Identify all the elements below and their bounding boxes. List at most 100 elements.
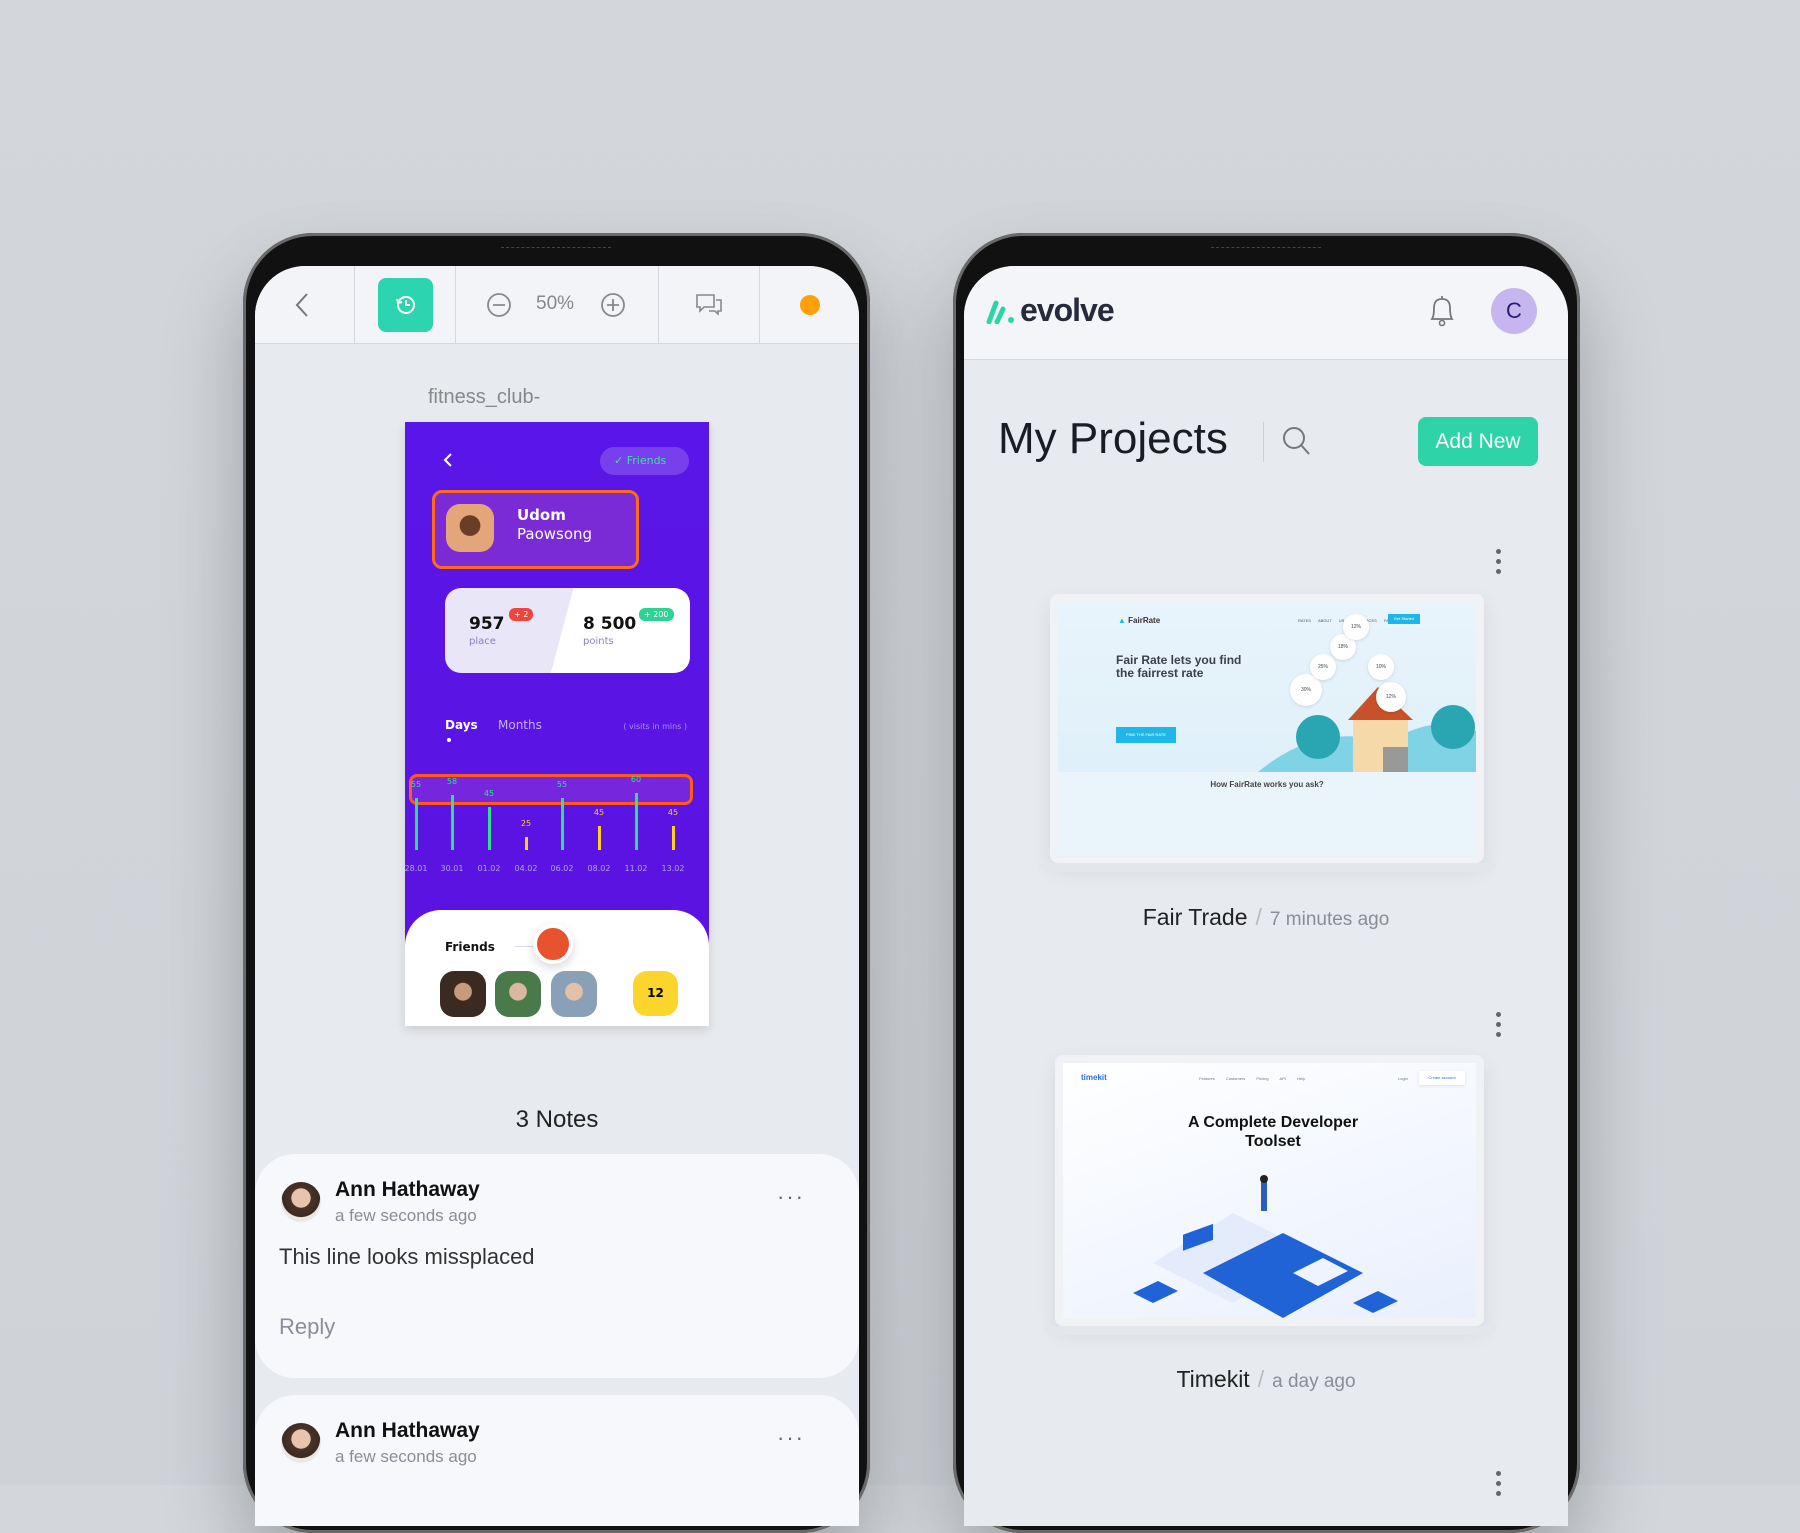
preview-headline: A Complete Developer Toolset <box>1187 1114 1359 1150</box>
chart-bar <box>524 837 528 850</box>
bar-value-label: 60 <box>630 775 642 784</box>
comments-icon[interactable] <box>695 292 723 318</box>
project-time: 7 minutes ago <box>1269 909 1390 930</box>
friend-avatar <box>495 971 541 1017</box>
page-title: My Projects <box>998 414 1228 463</box>
note-author: Ann Hathaway <box>335 1419 480 1442</box>
date-tick-label: 06.02 <box>550 864 574 873</box>
reply-button[interactable]: Reply <box>279 1314 335 1340</box>
bar-value-label: 25 <box>520 819 532 828</box>
profile-card: Udom Paowsong <box>432 490 639 569</box>
speaker-grille <box>501 238 611 248</box>
place-badge: + 2 <box>509 608 534 621</box>
chart-bar <box>414 798 418 850</box>
chart-bar <box>634 793 638 850</box>
preview-login: Login <box>1398 1076 1408 1081</box>
zoom-in-icon[interactable] <box>600 292 626 318</box>
chart-bar <box>597 826 601 850</box>
zoom-level: 50% <box>536 293 575 314</box>
user-avatar[interactable]: C <box>1491 288 1537 334</box>
artboard-preview[interactable]: ✓ Friends Udom Paowsong 957 place + 2 8 5… <box>405 422 709 1026</box>
bar-value-label: 58 <box>446 777 458 786</box>
more-options-icon[interactable]: ··· <box>777 1425 805 1451</box>
tab-months: Months <box>498 718 542 732</box>
date-tick-label: 13.02 <box>661 864 685 873</box>
friends-pill-label: Friends <box>626 454 667 467</box>
chart-bar <box>671 826 675 850</box>
note-time: a few seconds ago <box>335 1206 477 1225</box>
friends-panel: Friends 12 <box>405 910 709 1026</box>
laptop-base <box>1044 1326 1496 1335</box>
note-card: Ann Hathaway a few seconds ago ··· This … <box>255 1154 859 1378</box>
note-card: Ann Hathaway a few seconds ago ··· <box>255 1395 859 1526</box>
laptop-base <box>1039 863 1496 872</box>
toolbar: 50% <box>255 266 859 344</box>
bar-value-label: 45 <box>667 808 679 817</box>
zoom-out-icon[interactable] <box>486 292 512 318</box>
author-avatar <box>281 1423 321 1463</box>
friends-pill: ✓ Friends <box>600 447 689 475</box>
rate-bubble: 12% <box>1343 614 1369 640</box>
preview-brand: ▲ FairRate <box>1118 616 1161 625</box>
chart-bar <box>450 795 454 850</box>
date-tick-label: 01.02 <box>477 864 501 873</box>
history-button[interactable] <box>378 278 433 332</box>
search-icon[interactable] <box>1282 426 1312 458</box>
preview-nav: Features Customers Pricing API Help <box>1199 1076 1306 1081</box>
bar-value-label: 45 <box>483 789 495 798</box>
tab-days: Days <box>445 718 478 732</box>
project-thumbnail-timekit[interactable]: timekit Features Customers Pricing API H… <box>1055 1055 1484 1326</box>
project-menu-icon[interactable] <box>1496 549 1502 579</box>
record-button <box>533 924 573 964</box>
author-avatar <box>281 1182 321 1222</box>
history-icon <box>396 296 415 314</box>
place-label: place <box>469 636 496 647</box>
app-header: evolve C <box>964 266 1568 360</box>
points-badge: + 200 <box>639 608 674 621</box>
profile-first-name: Udom <box>517 506 566 524</box>
chart-bar <box>560 798 564 850</box>
project-menu-icon[interactable] <box>1496 1471 1502 1501</box>
add-new-button[interactable]: Add New <box>1418 417 1538 466</box>
artboard-title: fitness_club- <box>428 386 541 408</box>
preview-brand: timekit <box>1081 1073 1107 1082</box>
rate-bubble: 12% <box>1376 682 1406 712</box>
rate-bubble: 10% <box>1368 654 1394 680</box>
date-tick-label: 08.02 <box>587 864 611 873</box>
date-tick-label: 11.02 <box>624 864 648 873</box>
friend-avatar <box>551 971 597 1017</box>
friend-avatar <box>440 971 486 1017</box>
right-phone-screen: evolve C My Projects Add New ▲ FairRate … <box>964 266 1568 1526</box>
place-value: 957 <box>469 614 505 634</box>
project-name[interactable]: Fair Trade <box>1143 904 1248 930</box>
project-caption: Timekit / a day ago <box>1176 1366 1356 1392</box>
note-time: a few seconds ago <box>335 1447 477 1466</box>
more-friends-count: 12 <box>633 971 678 1016</box>
notes-title: 3 Notes <box>515 1106 599 1133</box>
profile-last-name: Paowsong <box>517 525 593 543</box>
evolve-logo-icon <box>986 300 1014 324</box>
chart-bar <box>487 807 491 850</box>
project-thumbnail-fair-trade[interactable]: ▲ FairRate RATES ABOUT US RESOURCES FAQ … <box>1050 594 1484 863</box>
more-options-icon[interactable]: ··· <box>777 1184 805 1210</box>
project-menu-icon[interactable] <box>1496 1012 1502 1042</box>
date-tick-label: 04.02 <box>514 864 538 873</box>
bell-icon[interactable] <box>1428 294 1456 328</box>
bar-value-label: 55 <box>410 780 422 789</box>
points-label: points <box>583 636 614 647</box>
friends-label: Friends <box>445 940 495 954</box>
date-tick-label: 28.01 <box>405 864 428 873</box>
stats-card: 957 place + 2 8 500 points + 200 <box>445 588 690 673</box>
profile-avatar <box>446 504 494 552</box>
note-author: Ann Hathaway <box>335 1178 480 1201</box>
speaker-grille <box>1211 238 1321 248</box>
back-chevron-icon <box>443 453 452 467</box>
date-tick-label: 30.01 <box>440 864 464 873</box>
status-dot <box>800 295 820 315</box>
preview-section-title: How FairRate works you ask? <box>1210 780 1324 789</box>
project-name[interactable]: Timekit <box>1176 1366 1249 1392</box>
bar-value-label: 55 <box>556 780 568 789</box>
back-chevron-icon[interactable] <box>293 292 311 318</box>
note-text: This line looks missplaced <box>279 1244 535 1269</box>
units-note: ( visits in mins ) <box>623 722 687 731</box>
